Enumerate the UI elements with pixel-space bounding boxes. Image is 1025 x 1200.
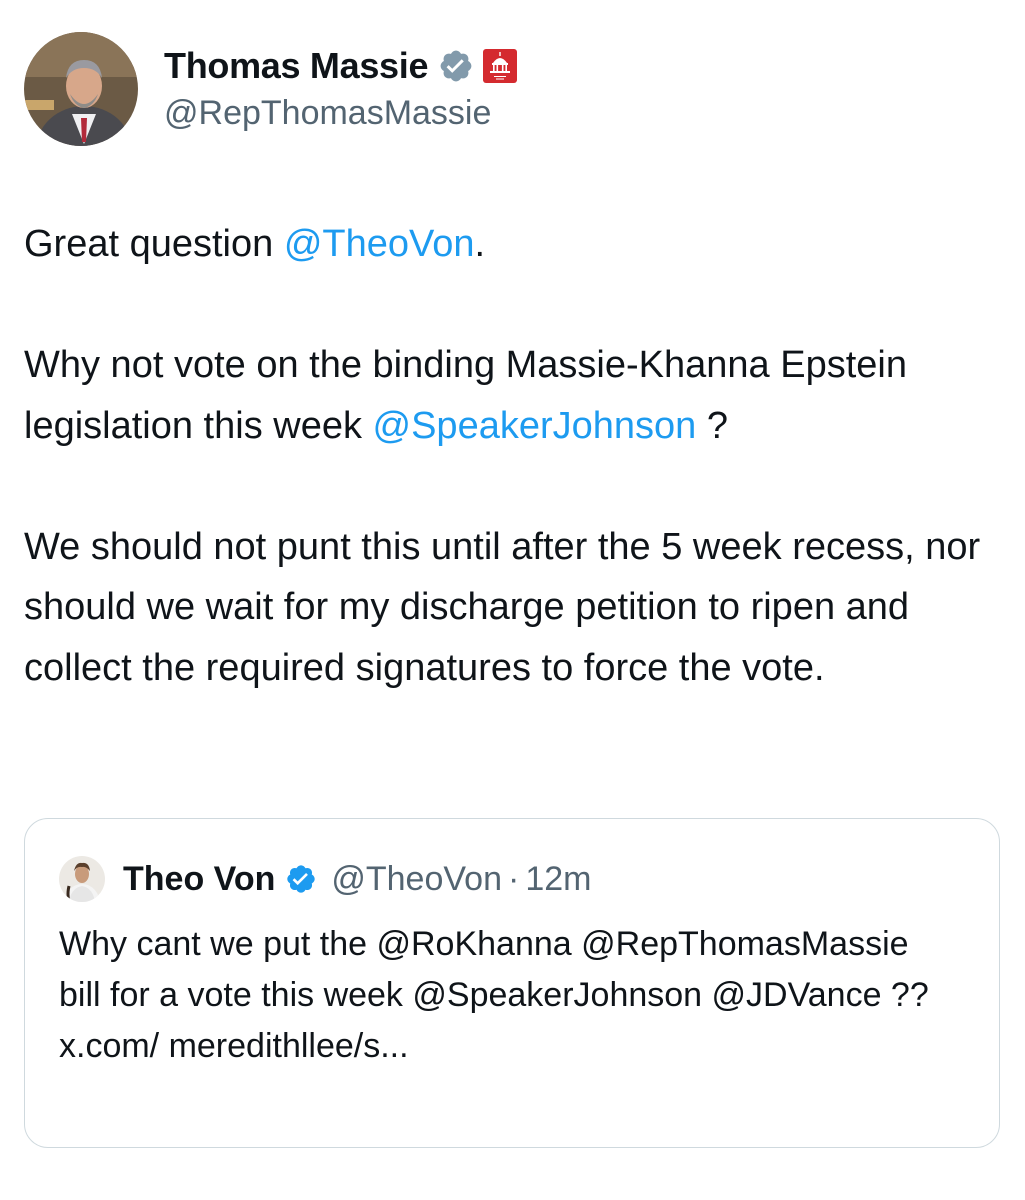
tweet-header: Thomas Massie @RepThomasMassie xyxy=(24,32,518,146)
author-names: Thomas Massie @RepThomasMassie xyxy=(164,45,518,133)
tweet-paragraph-2: Why not vote on the binding Massie-Khann… xyxy=(24,335,1004,456)
separator-dot: · xyxy=(508,859,520,898)
quoted-author-display-name[interactable]: Theo Von xyxy=(123,860,275,899)
mention-link-speakerjohnson[interactable]: @SpeakerJohnson xyxy=(373,405,697,447)
verified-badge-icon[interactable] xyxy=(285,863,317,895)
us-capitol-gop-icon[interactable] xyxy=(482,48,518,84)
quoted-tweet-text: Why cant we put the @RoKhanna @RepThomas… xyxy=(59,925,929,1065)
author-display-name[interactable]: Thomas Massie xyxy=(164,45,429,87)
mention-link-theovon[interactable]: @TheoVon xyxy=(284,223,475,265)
quoted-tweet-timestamp[interactable]: 12m xyxy=(525,860,591,899)
quoted-author-avatar[interactable] xyxy=(59,856,105,902)
tweet-text-segment: . xyxy=(474,223,486,265)
tweet-text-segment: ? xyxy=(696,404,728,447)
tweet-text-segment: Great question xyxy=(24,223,284,265)
tweet-text: Great question @TheoVon. Why not vote on… xyxy=(24,214,1004,698)
quoted-tweet-card[interactable]: Theo Von @TheoVon · 12m Why cant we put … xyxy=(24,818,1000,1148)
author-handle[interactable]: @RepThomasMassie xyxy=(164,94,518,133)
verified-badge-icon[interactable] xyxy=(438,48,474,84)
tweet-paragraph-1: Great question @TheoVon. xyxy=(24,214,1004,275)
quoted-tweet-header: Theo Von @TheoVon · 12m xyxy=(59,856,591,902)
author-avatar[interactable] xyxy=(24,32,138,146)
quoted-author-handle[interactable]: @TheoVon xyxy=(331,860,502,899)
name-row: Thomas Massie xyxy=(164,45,518,87)
tweet-paragraph-3: We should not punt this until after the … xyxy=(24,525,981,689)
